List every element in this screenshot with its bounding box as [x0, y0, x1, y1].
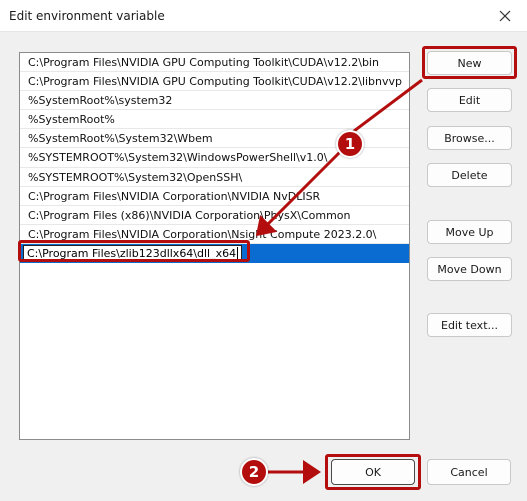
- list-item-text: C:\Program Files\NVIDIA GPU Computing To…: [28, 56, 379, 69]
- path-edit-field[interactable]: C:\Program Files\zlib123dllx64\dll_x64: [23, 244, 243, 262]
- path-edit-value: C:\Program Files\zlib123dllx64\dll_x64: [27, 246, 237, 260]
- delete-button[interactable]: Delete: [427, 163, 512, 187]
- close-button[interactable]: [483, 0, 527, 32]
- list-item-text: C:\Program Files (x86)\NVIDIA Corporatio…: [28, 208, 351, 222]
- ok-button[interactable]: OK: [331, 459, 415, 485]
- list-item-text: C:\Program Files\NVIDIA GPU Computing To…: [28, 75, 403, 89]
- list-item-text: C:\Program Files\NVIDIA Corporation\NVID…: [28, 189, 321, 203]
- step-badge-1: 1: [336, 130, 364, 158]
- list-item[interactable]: C:\Program Files\NVIDIA GPU Computing To…: [20, 72, 409, 92]
- list-item-text: C:\Program Files\NVIDIA Corporation\Nsig…: [28, 227, 377, 241]
- list-item[interactable]: %SystemRoot%: [20, 110, 409, 130]
- list-item-text: %SYSTEMROOT%\System32\OpenSSH\: [28, 170, 243, 184]
- list-item-text: %SystemRoot%\System32\Wbem: [28, 132, 213, 146]
- list-item-text: %SystemRoot%: [28, 113, 115, 127]
- move-down-button[interactable]: Move Down: [427, 257, 512, 281]
- title-bar: Edit environment variable: [0, 0, 527, 32]
- list-item[interactable]: %SYSTEMROOT%\System32\OpenSSH\: [20, 168, 409, 187]
- new-button[interactable]: New: [427, 51, 512, 75]
- list-item[interactable]: %SystemRoot%\system32: [20, 91, 409, 111]
- move-up-button[interactable]: Move Up: [427, 220, 512, 244]
- step-badge-2: 2: [240, 458, 268, 486]
- window-title: Edit environment variable: [9, 9, 165, 23]
- browse-button[interactable]: Browse...: [427, 126, 512, 150]
- list-item-text: %SYSTEMROOT%\System32\WindowsPowerShell\…: [28, 151, 328, 165]
- list-item[interactable]: C:\Program Files\NVIDIA Corporation\Nsig…: [20, 225, 409, 244]
- cancel-button[interactable]: Cancel: [427, 459, 511, 485]
- list-item[interactable]: C:\Program Files (x86)\NVIDIA Corporatio…: [20, 206, 409, 225]
- list-item-text: %SystemRoot%\system32: [28, 94, 173, 108]
- path-list[interactable]: C:\Program Files\NVIDIA GPU Computing To…: [19, 52, 410, 440]
- edit-text-button[interactable]: Edit text...: [427, 313, 512, 337]
- edit-button[interactable]: Edit: [427, 88, 512, 112]
- list-item[interactable]: C:\Program Files\NVIDIA Corporation\NVID…: [20, 187, 409, 206]
- list-item[interactable]: C:\Program Files\NVIDIA GPU Computing To…: [20, 53, 409, 73]
- text-caret: [237, 246, 239, 259]
- close-icon: [499, 10, 511, 22]
- list-item-editing[interactable]: C:\Program Files\zlib123dllx64\dll_x64: [20, 243, 409, 264]
